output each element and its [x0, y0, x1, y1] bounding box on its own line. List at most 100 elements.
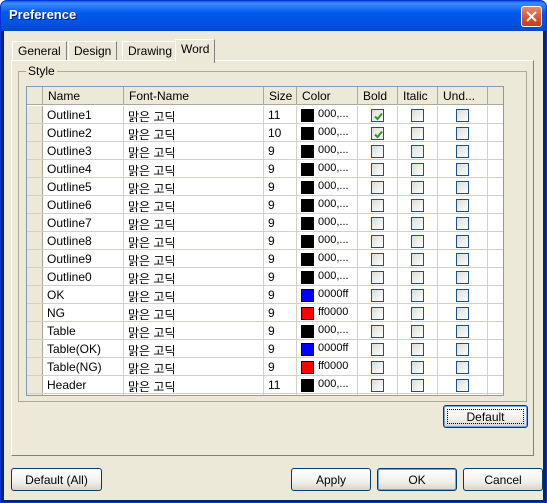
bold-checkbox[interactable]: [371, 325, 384, 338]
font-cell[interactable]: 맑은 고딕: [124, 250, 264, 268]
bold-checkbox[interactable]: [371, 253, 384, 266]
table-row[interactable]: Outline4 맑은 고딕 9 000,...: [27, 160, 503, 178]
font-cell[interactable]: 맑은 고딕: [124, 268, 264, 286]
name-cell[interactable]: Outline7: [43, 214, 124, 232]
name-cell[interactable]: Outline8: [43, 232, 124, 250]
italic-checkbox[interactable]: [411, 199, 424, 212]
size-cell[interactable]: 9: [264, 196, 297, 214]
bold-checkbox[interactable]: [371, 217, 384, 230]
table-row[interactable]: NG 맑은 고딕 9 ff0000: [27, 304, 503, 322]
name-cell[interactable]: Outline5: [43, 178, 124, 196]
size-cell[interactable]: 10: [264, 124, 297, 142]
apply-button[interactable]: Apply: [291, 468, 371, 491]
size-cell[interactable]: 9: [264, 214, 297, 232]
underline-checkbox[interactable]: [456, 181, 469, 194]
default-button[interactable]: Default: [443, 405, 528, 428]
size-cell[interactable]: 11: [264, 376, 297, 394]
tab-drawing[interactable]: Drawing: [122, 41, 179, 61]
font-cell[interactable]: 맑은 고딕: [124, 376, 264, 394]
column-header-name[interactable]: Name: [43, 87, 124, 105]
color-cell[interactable]: 0000ff: [297, 340, 358, 358]
name-cell[interactable]: Table: [43, 322, 124, 340]
column-header-italic[interactable]: Italic: [398, 87, 438, 105]
underline-checkbox[interactable]: [456, 199, 469, 212]
underline-checkbox[interactable]: [456, 361, 469, 374]
font-cell[interactable]: 맑은 고딕: [124, 340, 264, 358]
underline-checkbox[interactable]: [456, 163, 469, 176]
name-cell[interactable]: NG: [43, 304, 124, 322]
italic-checkbox[interactable]: [411, 145, 424, 158]
italic-checkbox[interactable]: [411, 181, 424, 194]
underline-checkbox[interactable]: [456, 235, 469, 248]
color-cell[interactable]: 000,...: [297, 214, 358, 232]
tab-general[interactable]: General: [12, 41, 67, 61]
style-grid[interactable]: Name Font-Name Size Color Bold Italic Un…: [26, 86, 504, 396]
font-cell[interactable]: 맑은 고딕: [124, 178, 264, 196]
color-cell[interactable]: ff0000: [297, 358, 358, 376]
font-cell[interactable]: 맑은 고딕: [124, 142, 264, 160]
underline-checkbox[interactable]: [456, 343, 469, 356]
table-row[interactable]: Header 맑은 고딕 11 000,...: [27, 376, 503, 394]
color-cell[interactable]: 000,...: [297, 268, 358, 286]
font-cell[interactable]: 맑은 고딕: [124, 160, 264, 178]
font-cell[interactable]: 맑은 고딕: [124, 286, 264, 304]
name-cell[interactable]: Outline2: [43, 124, 124, 142]
table-row[interactable]: Outline2 맑은 고딕 10 000,...: [27, 124, 503, 142]
table-row[interactable]: Table 맑은 고딕 9 000,...: [27, 322, 503, 340]
size-cell[interactable]: 9: [264, 232, 297, 250]
name-cell[interactable]: Header: [43, 376, 124, 394]
column-header-underline[interactable]: Und...: [438, 87, 488, 105]
font-cell[interactable]: 맑은 고딕: [124, 106, 264, 124]
ok-button[interactable]: OK: [377, 468, 457, 491]
table-row[interactable]: OK 맑은 고딕 9 0000ff: [27, 286, 503, 304]
close-button[interactable]: [521, 6, 542, 27]
name-cell[interactable]: Table(NG): [43, 358, 124, 376]
bold-checkbox[interactable]: [371, 379, 384, 392]
name-cell[interactable]: Outline6: [43, 196, 124, 214]
font-cell[interactable]: 맑은 고딕: [124, 196, 264, 214]
italic-checkbox[interactable]: [411, 343, 424, 356]
underline-checkbox[interactable]: [456, 271, 469, 284]
font-cell[interactable]: 맑은 고딕: [124, 232, 264, 250]
italic-checkbox[interactable]: [411, 271, 424, 284]
italic-checkbox[interactable]: [411, 163, 424, 176]
bold-checkbox[interactable]: [371, 109, 384, 122]
size-cell[interactable]: 9: [264, 178, 297, 196]
underline-checkbox[interactable]: [456, 289, 469, 302]
underline-checkbox[interactable]: [456, 253, 469, 266]
bold-checkbox[interactable]: [371, 343, 384, 356]
italic-checkbox[interactable]: [411, 109, 424, 122]
bold-checkbox[interactable]: [371, 361, 384, 374]
italic-checkbox[interactable]: [411, 307, 424, 320]
underline-checkbox[interactable]: [456, 217, 469, 230]
bold-checkbox[interactable]: [371, 271, 384, 284]
name-cell[interactable]: Outline0: [43, 268, 124, 286]
column-header-color[interactable]: Color: [297, 87, 358, 105]
italic-checkbox[interactable]: [411, 253, 424, 266]
name-cell[interactable]: Outline3: [43, 142, 124, 160]
color-cell[interactable]: 000,...: [297, 142, 358, 160]
italic-checkbox[interactable]: [411, 217, 424, 230]
table-row[interactable]: Outline1 맑은 고딕 11 000,...: [27, 106, 503, 124]
bold-checkbox[interactable]: [371, 199, 384, 212]
bold-checkbox[interactable]: [371, 163, 384, 176]
underline-checkbox[interactable]: [456, 109, 469, 122]
name-cell[interactable]: Outline1: [43, 106, 124, 124]
table-row[interactable]: Outline7 맑은 고딕 9 000,...: [27, 214, 503, 232]
table-row[interactable]: Table(NG) 맑은 고딕 9 ff0000: [27, 358, 503, 376]
italic-checkbox[interactable]: [411, 379, 424, 392]
table-row[interactable]: Outline3 맑은 고딕 9 000,...: [27, 142, 503, 160]
bold-checkbox[interactable]: [371, 289, 384, 302]
color-cell[interactable]: 0000ff: [297, 286, 358, 304]
tab-design[interactable]: Design: [68, 41, 118, 61]
size-cell[interactable]: 9: [264, 268, 297, 286]
underline-checkbox[interactable]: [456, 379, 469, 392]
color-cell[interactable]: 000,...: [297, 250, 358, 268]
size-cell[interactable]: 9: [264, 304, 297, 322]
color-cell[interactable]: 000,...: [297, 322, 358, 340]
table-row[interactable]: Footer맑은 고딕7000,...: [27, 394, 503, 395]
font-cell[interactable]: 맑은 고딕: [124, 322, 264, 340]
font-cell[interactable]: 맑은 고딕: [124, 214, 264, 232]
table-row[interactable]: Table(OK) 맑은 고딕 9 0000ff: [27, 340, 503, 358]
color-cell[interactable]: 000,...: [297, 196, 358, 214]
